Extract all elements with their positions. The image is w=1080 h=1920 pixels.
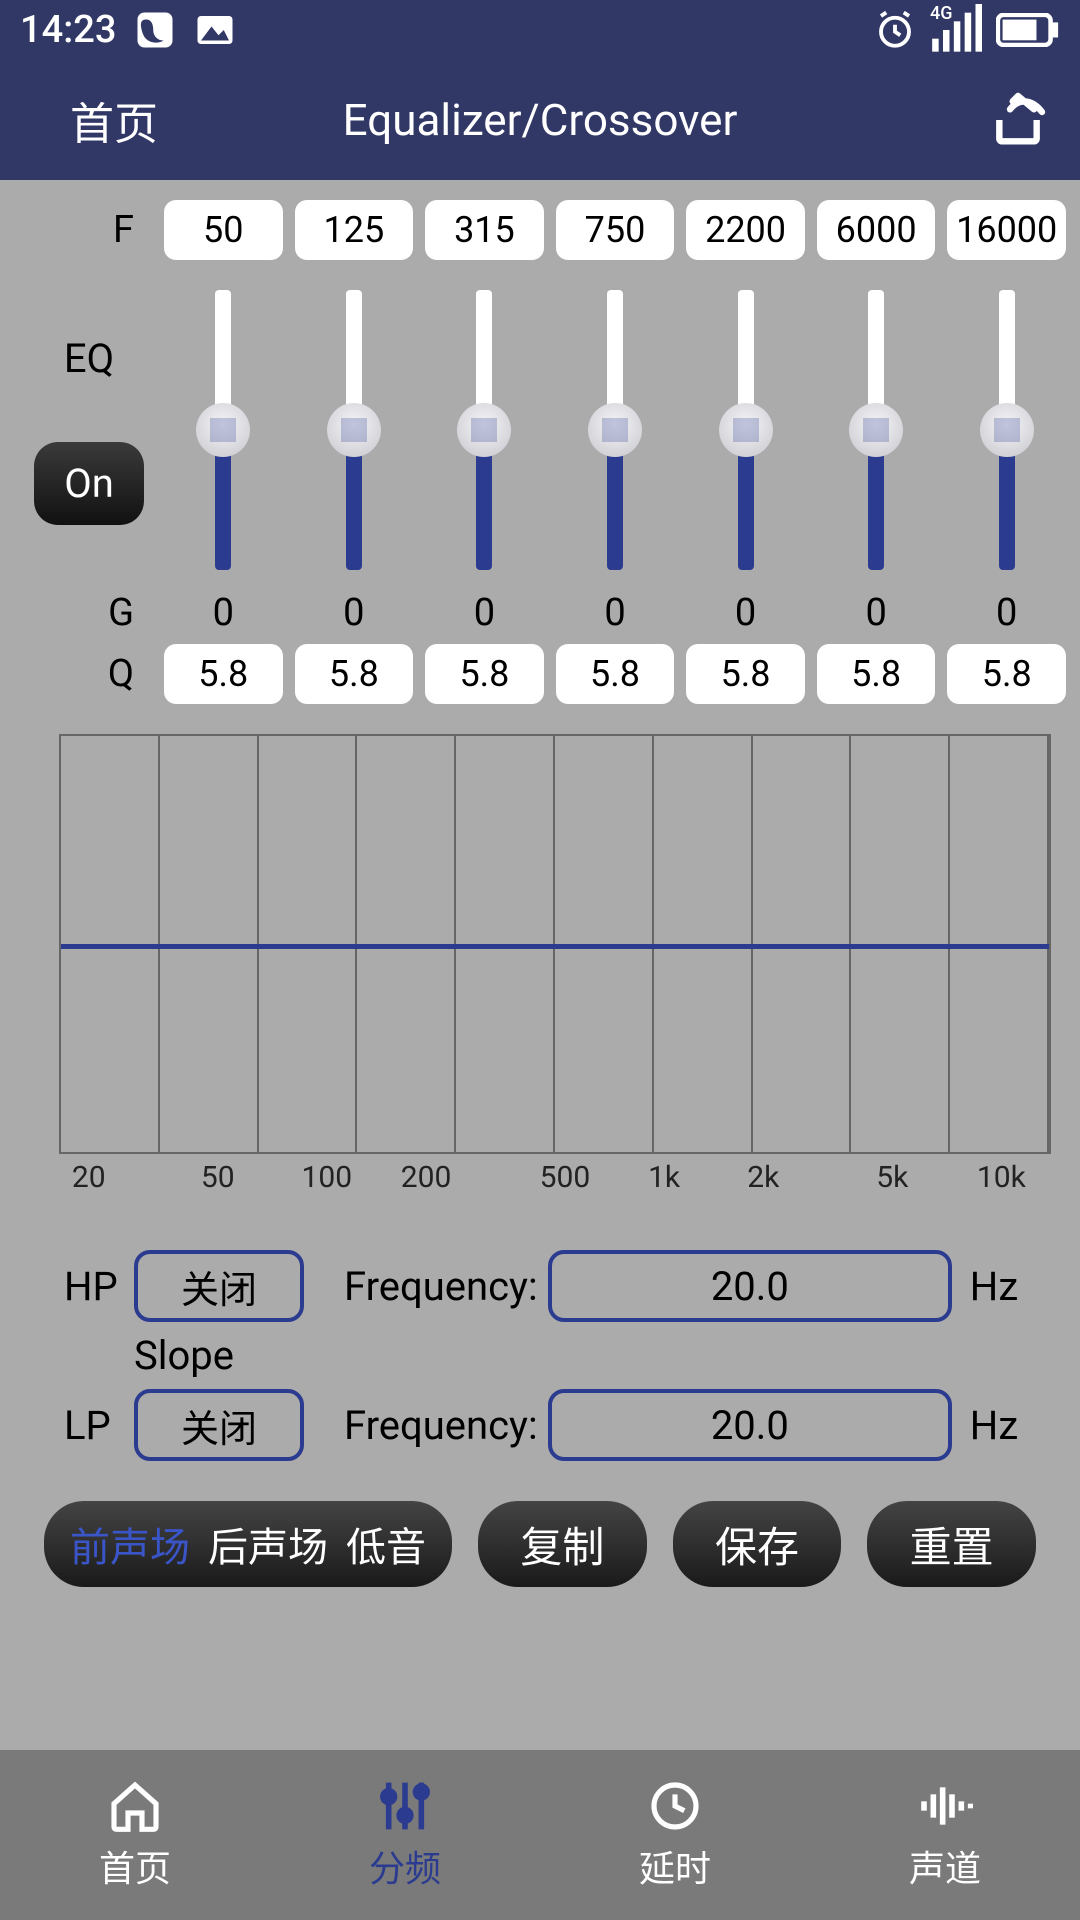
freq-band-2[interactable]: 125	[295, 200, 414, 260]
gain-value-6: 0	[817, 588, 936, 638]
nav-delay[interactable]: 延时	[540, 1750, 810, 1920]
gain-value-2: 0	[295, 588, 414, 638]
freq-band-3[interactable]: 315	[425, 200, 544, 260]
nav-channel-label: 声道	[909, 1840, 981, 1892]
slope-label: Slope	[134, 1332, 1026, 1379]
nav-channel[interactable]: 声道	[810, 1750, 1080, 1920]
page-title: Equalizer/Crossover	[343, 94, 738, 146]
battery-icon	[996, 9, 1060, 51]
response-graph: 20 50 100 200 500 1k 2k 5k 10k	[59, 734, 1051, 1210]
q-band-7[interactable]: 5.8	[947, 644, 1066, 704]
freq-band-4[interactable]: 750	[556, 200, 675, 260]
f-label: F	[14, 208, 164, 252]
q-band-5[interactable]: 5.8	[686, 644, 805, 704]
q-band-4[interactable]: 5.8	[556, 644, 675, 704]
graph-x-axis: 20 50 100 200 500 1k 2k 5k 10k	[59, 1160, 1051, 1210]
freq-band-5[interactable]: 2200	[686, 200, 805, 260]
hp-slope-select[interactable]: 关闭	[134, 1250, 304, 1322]
hz-unit-2: Hz	[962, 1402, 1026, 1449]
freq-band-7[interactable]: 16000	[947, 200, 1066, 260]
gain-slider-5[interactable]	[686, 290, 805, 570]
soundwave-icon	[917, 1778, 973, 1834]
hp-freq-label: Frequency:	[344, 1263, 538, 1310]
q-band-1[interactable]: 5.8	[164, 644, 283, 704]
q-band-2[interactable]: 5.8	[295, 644, 414, 704]
sliders-icon	[377, 1778, 433, 1834]
segment-bass[interactable]: 低音	[346, 1515, 426, 1573]
picture-icon	[194, 9, 236, 51]
lp-label: LP	[64, 1402, 124, 1449]
nav-crossover[interactable]: 分频	[270, 1750, 540, 1920]
gain-value-5: 0	[686, 588, 805, 638]
app-header: 首页 Equalizer/Crossover	[0, 60, 1080, 180]
save-button[interactable]: 保存	[673, 1501, 842, 1587]
hp-freq-input[interactable]: 20.0	[548, 1250, 952, 1322]
eq-label: EQ	[64, 335, 114, 382]
clock-icon	[647, 1778, 703, 1834]
segment-rear[interactable]: 后声场	[208, 1515, 328, 1573]
freq-band-1[interactable]: 50	[164, 200, 283, 260]
main-content: F 50 125 315 750 2200 6000 16000 EQ On G	[0, 180, 1080, 1750]
gain-slider-6[interactable]	[817, 290, 936, 570]
home-icon	[107, 1778, 163, 1834]
nav-home-label: 首页	[99, 1840, 171, 1892]
gain-slider-4[interactable]	[556, 290, 675, 570]
gain-value-1: 0	[164, 588, 283, 638]
gain-value-4: 0	[556, 588, 675, 638]
bottom-nav: 首页 分频 延时 声道	[0, 1750, 1080, 1920]
gain-slider-1[interactable]	[164, 290, 283, 570]
signal-icon: 4G	[930, 9, 982, 51]
q-band-6[interactable]: 5.8	[817, 644, 936, 704]
nav-crossover-label: 分频	[369, 1840, 441, 1892]
hz-unit: Hz	[962, 1263, 1026, 1310]
status-time: 14:23	[20, 8, 116, 52]
gain-slider-2[interactable]	[295, 290, 414, 570]
nav-home[interactable]: 首页	[0, 1750, 270, 1920]
status-bar: 14:23 4G	[0, 0, 1080, 60]
lp-freq-input[interactable]: 20.0	[548, 1389, 952, 1461]
share-button[interactable]	[986, 88, 1050, 152]
freq-band-6[interactable]: 6000	[817, 200, 936, 260]
uc-browser-icon	[134, 9, 176, 51]
reset-button[interactable]: 重置	[867, 1501, 1036, 1587]
lp-slope-select[interactable]: 关闭	[134, 1389, 304, 1461]
g-label: G	[14, 591, 164, 635]
back-button[interactable]: 首页	[70, 88, 158, 152]
q-label: Q	[14, 652, 164, 696]
copy-button[interactable]: 复制	[478, 1501, 647, 1587]
soundfield-segment[interactable]: 前声场 后声场 低音	[44, 1501, 452, 1587]
q-band-3[interactable]: 5.8	[425, 644, 544, 704]
gain-value-3: 0	[425, 588, 544, 638]
alarm-icon	[874, 9, 916, 51]
segment-front[interactable]: 前声场	[70, 1515, 190, 1573]
hp-label: HP	[64, 1263, 124, 1310]
gain-value-7: 0	[947, 588, 1066, 638]
gain-slider-3[interactable]	[425, 290, 544, 570]
lp-freq-label: Frequency:	[344, 1402, 538, 1449]
eq-on-toggle[interactable]: On	[34, 442, 144, 525]
response-curve	[61, 944, 1049, 949]
gain-slider-7[interactable]	[947, 290, 1066, 570]
nav-delay-label: 延时	[639, 1840, 711, 1892]
